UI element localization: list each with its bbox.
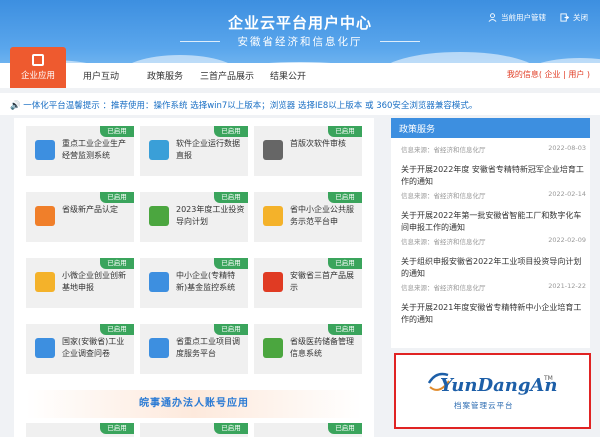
tab-products[interactable]: 三首产品展示 [200, 69, 254, 82]
app-tile[interactable]: 已启用省中小企业公共服务示范平台申 [254, 192, 362, 242]
status-badge: 已启用 [100, 126, 134, 137]
exit-link[interactable]: 关闭 [560, 12, 588, 23]
app-icon [263, 140, 283, 160]
logo-tm: TM [544, 375, 553, 382]
tab-results[interactable]: 结果公开 [270, 69, 306, 82]
status-badge: 已启用 [328, 258, 362, 269]
status-badge: 已启用 [328, 126, 362, 137]
app-tile[interactable]: 已启用省级新产品认定 [26, 192, 134, 242]
tab-label: 企业应用 [20, 71, 55, 81]
app-icon [263, 338, 283, 358]
app-label: 中小企业(专精特新)基金监控系统 [176, 271, 236, 292]
app-label: 省级新产品认定 [62, 205, 118, 214]
status-badge: 已启用 [100, 324, 134, 335]
yundangan-logo-ad[interactable]: YunDangAn TM 档案管理云平台 [394, 353, 591, 429]
app-tile[interactable]: 已启用安徽省三首产品展示 [254, 258, 362, 308]
news-date: 2022-02-09 [548, 236, 586, 244]
app-icon [149, 206, 169, 226]
app-label: 重点工业企业生产经营监测系统 [62, 139, 126, 160]
app-label: 国家(安徽省)工业企业调查问卷 [62, 337, 125, 358]
app-icon [35, 338, 55, 358]
app-icon [35, 140, 55, 160]
news-title: 关于组织申报安徽省2022年工业项目投资导向计划的通知 [401, 257, 582, 278]
status-badge: 已启用 [328, 324, 362, 335]
status-badge: 已启用 [214, 423, 248, 434]
apps-panel: 已启用 重点工业企业生产经营监测系统 已启用 软件企业运行数据直报 已启用 首版次软件审核… [14, 118, 374, 437]
app-label: 安徽省三首产品展示 [290, 271, 354, 292]
news-title: 关于开展2021年度安徽省专精特新中小企业培育工作的通知 [401, 303, 582, 324]
app-label: 2023年度工业投资导向计划 [176, 205, 245, 226]
status-badge: 已启用 [214, 324, 248, 335]
news-item[interactable]: 信息来源：省经济和信息化厅 2022-08-03 [401, 142, 586, 154]
status-badge: 已启用 [100, 423, 134, 434]
news-item[interactable]: 关于开展2022年度 安徽省专精特新冠军企业培育工作的通知 信息来源：省经济和信… [401, 164, 586, 200]
news-source: 信息来源：省经济和信息化厅 [401, 284, 486, 292]
news-date: 2022-02-14 [548, 190, 586, 198]
app-tile[interactable]: 已启用小微企业创业创新基地申报 [26, 258, 134, 308]
app-icon [35, 206, 55, 226]
app-icon [149, 140, 169, 160]
exit-icon [560, 13, 569, 22]
app-icon [149, 338, 169, 358]
news-title: 关于开展2022年第一批安徽省智能工厂和数字化车间申报工作的通知 [401, 211, 582, 232]
app-tile[interactable]: 已启用重点工业企业生产经营监测系统 [26, 126, 134, 176]
tab-policy-service[interactable]: 政策服务 [147, 69, 183, 82]
app-tile[interactable]: 已启用 2023年度工业投资导向计划 [140, 192, 248, 242]
news-date: 2021-12-22 [548, 282, 586, 290]
news-date: 2022-08-03 [548, 144, 586, 152]
logo-subtitle: 档案管理云平台 [454, 401, 514, 410]
user-icon [488, 13, 497, 22]
app-label: 省重点工业项目调度服务平台 [176, 337, 240, 358]
my-info-link[interactable]: 我的信息( 企业 | 用户 ) [507, 69, 590, 80]
app-icon [149, 272, 169, 292]
news-item[interactable]: 关于开展2021年度安徽省专精特新中小企业培育工作的通知 [401, 302, 586, 326]
banner[interactable]: 皖事通办法人账号应用 [26, 390, 362, 418]
news-source: 信息来源：省经济和信息化厅 [401, 192, 486, 200]
user-mgmt-link[interactable]: 当前用户管辖 [488, 12, 546, 23]
policy-title: 政策服务 [391, 118, 590, 138]
app-label: 首版次软件审核 [290, 139, 346, 148]
top-links: 当前用户管辖 关闭 [488, 12, 588, 23]
app-label: 省级医药储备管理信息系统 [290, 337, 354, 358]
app-icon [263, 206, 283, 226]
app-icon [35, 272, 55, 292]
app-label: 软件企业运行数据直报 [176, 139, 240, 160]
notice-text: 一体化平台温馨提示 ：推荐使用：操作系统 选择win7以上版本；浏览器 选择IE… [23, 101, 478, 111]
exit-label: 关闭 [573, 13, 588, 22]
app-tile[interactable]: 已启用省级医药储备管理信息系统 [254, 324, 362, 374]
news-title: 关于开展2022年度 安徽省专精特新冠军企业培育工作的通知 [401, 165, 584, 186]
news-item[interactable]: 关于开展2022年第一批安徽省智能工厂和数字化车间申报工作的通知 信息来源：省经… [401, 210, 586, 246]
speaker-icon: 🔊 [10, 101, 24, 111]
app-label: 省中小企业公共服务示范平台申 [290, 205, 354, 226]
policy-panel: 政策服务 信息来源：省经济和信息化厅 2022-08-03 关于开展2022年度 … [391, 118, 590, 348]
status-badge: 已启用 [328, 192, 362, 203]
status-badge: 已启用 [100, 192, 134, 203]
logo-name: YunDangAn [440, 375, 558, 396]
app-icon [32, 54, 44, 66]
app-tile[interactable]: 已启用国家(安徽省)工业企业调查问卷 [26, 324, 134, 374]
app-tile[interactable]: 已启用 [254, 423, 362, 437]
notice-bar: 🔊 一体化平台温馨提示 ：推荐使用：操作系统 选择win7以上版本；浏览器 选择… [0, 93, 600, 115]
status-badge: 已启用 [214, 192, 248, 203]
app-tile[interactable]: 已启用 [140, 423, 248, 437]
app-tile[interactable]: 已启用 [26, 423, 134, 437]
status-badge: 已启用 [214, 258, 248, 269]
divider [380, 41, 420, 42]
app-icon [263, 272, 283, 292]
app-tile[interactable]: 已启用软件企业运行数据直报 [140, 126, 248, 176]
page-subtitle: 安徽省经济和信息化厅 [237, 36, 363, 48]
status-badge: 已启用 [100, 258, 134, 269]
tab-user-interaction[interactable]: 用户互动 [83, 69, 119, 82]
app-label: 小微企业创业创新基地申报 [62, 271, 126, 292]
status-badge: 已启用 [214, 126, 248, 137]
news-source: 信息来源：省经济和信息化厅 [401, 238, 486, 246]
status-badge: 已启用 [328, 423, 362, 434]
app-tile[interactable]: 已启用中小企业(专精特新)基金监控系统 [140, 258, 248, 308]
app-tile[interactable]: 已启用省重点工业项目调度服务平台 [140, 324, 248, 374]
app-tile[interactable]: 已启用首版次软件审核 [254, 126, 362, 176]
tab-enterprise-apps[interactable]: 企业应用 [10, 47, 66, 88]
news-item[interactable]: 关于组织申报安徽省2022年工业项目投资导向计划的通知 信息来源：省经济和信息化… [401, 256, 586, 292]
user-mgmt-label: 当前用户管辖 [501, 13, 546, 22]
news-source: 信息来源：省经济和信息化厅 [401, 146, 486, 154]
